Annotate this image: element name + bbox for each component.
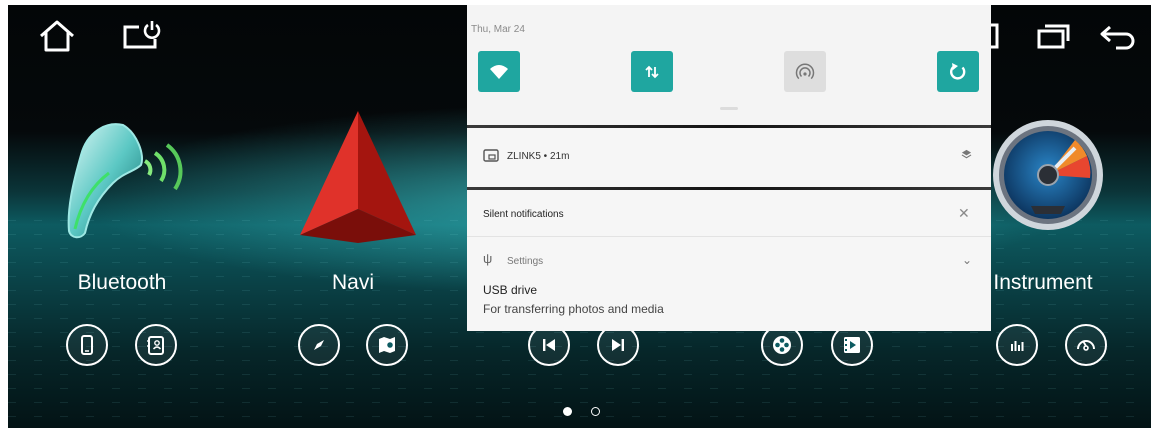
ongoing-notification[interactable]: ZLINK5 • 21m <box>467 128 991 187</box>
wifi-tile[interactable] <box>478 51 520 92</box>
mobile-phone-icon <box>81 335 93 355</box>
compass-shortcut-button[interactable] <box>298 324 340 366</box>
instrument-app-icon[interactable] <box>991 118 1106 233</box>
silent-notifications-label: Silent notifications <box>483 209 564 220</box>
ongoing-notification-app: ZLINK5 • 21m <box>507 151 570 162</box>
shade-drag-handle[interactable] <box>720 107 738 110</box>
usb-notification[interactable]: ψ Settings ⌄ USB drive For transferring … <box>467 237 991 331</box>
data-transfer-icon <box>645 65 659 78</box>
film-reel-icon <box>773 336 791 354</box>
navi-app-label: Navi <box>331 271 374 294</box>
mobile-data-tile[interactable] <box>631 51 673 92</box>
screen-off-icon[interactable] <box>121 19 161 53</box>
equalizer-button[interactable] <box>996 324 1038 366</box>
gauge-button[interactable] <box>1065 324 1107 366</box>
silent-notifications-header: Silent notifications ✕ <box>467 190 991 236</box>
recent-apps-icon[interactable] <box>1033 19 1073 53</box>
usb-notification-title: USB drive <box>483 283 538 297</box>
home-icon[interactable] <box>37 19 77 53</box>
layers-icon[interactable] <box>961 149 972 160</box>
rotate-icon <box>949 62 966 80</box>
phone-shortcut-button[interactable] <box>66 324 108 366</box>
page-indicator-inactive[interactable] <box>591 407 600 416</box>
usb-notification-body: For transferring photos and media <box>483 302 664 316</box>
equalizer-icon <box>1011 341 1024 351</box>
auto-rotate-tile[interactable] <box>937 51 979 92</box>
skip-next-icon <box>612 339 624 351</box>
speedometer-icon <box>1077 340 1095 351</box>
back-icon[interactable] <box>1098 19 1138 53</box>
hotspot-icon <box>795 63 815 79</box>
skip-previous-icon <box>543 339 555 351</box>
map-pin-icon <box>379 337 395 353</box>
bluetooth-app-label: Bluetooth <box>77 271 167 294</box>
usb-notification-app: Settings <box>507 256 544 267</box>
page-indicator-active[interactable] <box>563 407 572 416</box>
cast-screen-icon <box>483 149 499 162</box>
bluetooth-app-icon[interactable] <box>53 103 193 243</box>
compass-icon <box>314 340 324 350</box>
film-strip-icon <box>844 337 860 353</box>
wifi-icon <box>490 64 508 79</box>
notification-shade: Thu, Mar 24 ZLINK5 • 21m Silent notifica… <box>467 5 991 331</box>
status-date: Thu, Mar 24 <box>471 24 525 35</box>
expand-chevron-down-icon[interactable]: ⌄ <box>962 253 972 267</box>
contacts-shortcut-button[interactable] <box>135 324 177 366</box>
hotspot-tile[interactable] <box>784 51 826 92</box>
contacts-icon <box>147 336 164 355</box>
usb-icon: ψ <box>483 251 493 266</box>
map-shortcut-button[interactable] <box>366 324 408 366</box>
navi-app-icon[interactable] <box>296 105 416 245</box>
instrument-app-label: Instrument <box>993 271 1093 294</box>
clear-silent-close-icon[interactable]: ✕ <box>958 205 970 222</box>
